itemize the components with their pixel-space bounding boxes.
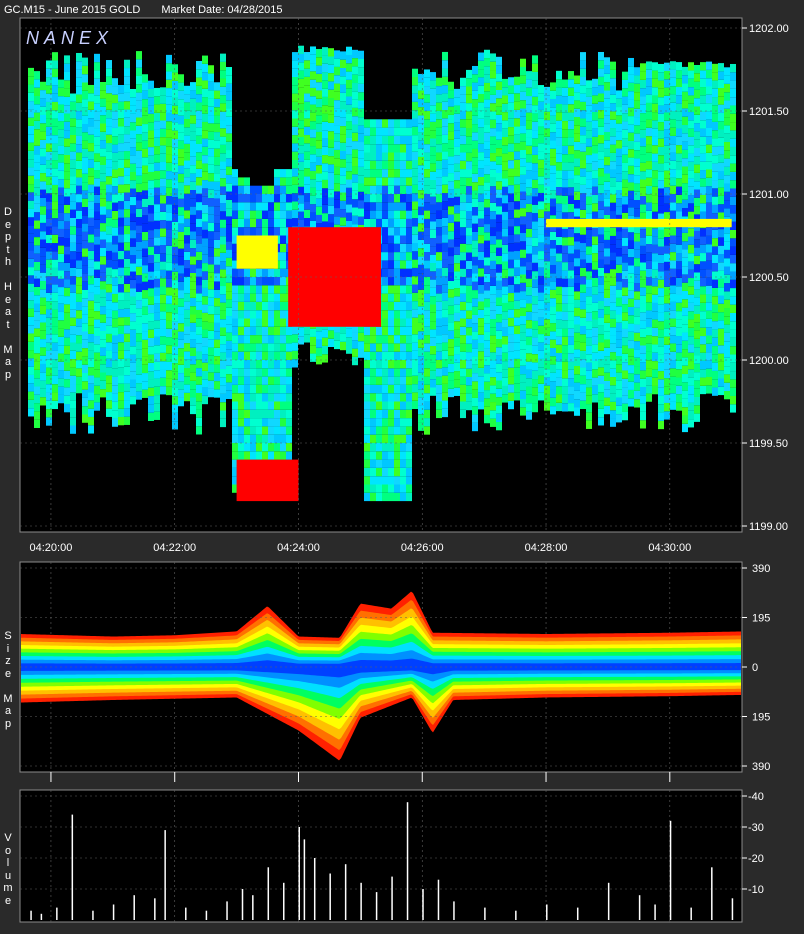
volume-bar-22: [375, 892, 378, 920]
sizemap-ytick: 195: [752, 712, 770, 724]
heatmap-xtick: 04:24:00: [277, 542, 320, 554]
volume-panel: [19, 789, 743, 923]
volume-bar-28: [484, 907, 486, 920]
volume-bar-25: [422, 889, 424, 920]
volume-bar-24: [406, 802, 409, 920]
heatmap-ytick: 1200.50: [749, 272, 789, 284]
sizemap-ytick: 390: [752, 563, 770, 575]
hot-zone-0: [288, 227, 381, 327]
hot-zone-3: [236, 459, 299, 502]
chart-canvas: 1202.00 1201.50 1201.00 1200.50 1200.00 1199.…: [19, 17, 789, 923]
volume-bar-10: [205, 910, 208, 920]
hot-zone-2: [546, 218, 732, 228]
heatmap-ytick: 1201.50: [749, 106, 789, 118]
heatmap-xtick: 04:28:00: [525, 542, 568, 554]
volume-bar-21: [360, 882, 362, 920]
volume-bar-33: [638, 895, 641, 920]
heatmap-ytick: 1201.00: [749, 189, 789, 201]
volume-bar-20: [344, 864, 347, 920]
volume-bar-7: [154, 898, 156, 920]
volume-bar-3: [71, 814, 74, 920]
volume-bar-38: [731, 898, 734, 920]
volume-bar-4: [92, 910, 94, 920]
volume-ytick: -30: [748, 822, 764, 834]
volume-bar-27: [453, 901, 455, 920]
volume-bar-37: [711, 867, 713, 920]
volume-bar-26: [437, 879, 440, 920]
sizemap-ytick: 390: [752, 761, 770, 773]
volume-bar-8: [164, 830, 166, 920]
heatmap-ytick: 1199.00: [749, 521, 788, 533]
volume-bar-12: [241, 889, 244, 920]
volume-bar-11: [226, 901, 228, 920]
volume-bar-15: [283, 882, 285, 920]
volume-bar-32: [607, 882, 610, 920]
volume-bar-35: [669, 820, 672, 920]
volume-bar-1: [40, 913, 43, 920]
heatmap-xtick: 04:20:00: [30, 542, 73, 554]
nanex-logo: NANEX: [26, 28, 113, 48]
volume-bar-17: [303, 839, 306, 920]
volume-bar-23: [391, 876, 393, 920]
volume-bar-34: [654, 904, 656, 920]
heatmap-xtick: 04:22:00: [153, 542, 196, 554]
volume-bar-9: [185, 907, 187, 920]
volume-bar-2: [56, 907, 58, 920]
volume-bar-30: [546, 904, 548, 920]
heatmap-xtick: 04:30:00: [648, 542, 691, 554]
volume-bar-19: [329, 873, 331, 920]
volume-bar-6: [133, 895, 135, 920]
volume-bar-14: [267, 867, 270, 920]
volume-ytick: -10: [748, 884, 764, 896]
volume-bar-31: [576, 907, 579, 920]
volume-bar-29: [515, 910, 517, 920]
volume-bar-13: [252, 895, 254, 920]
chart-window: GC.M15 - June 2015 GOLD Market Date: 04/…: [0, 0, 804, 934]
heatmap-ytick: 1202.00: [749, 23, 789, 35]
volume-ytick: -40: [748, 791, 764, 803]
heatmap-ytick: 1200.00: [749, 355, 789, 367]
volume-bar-16: [298, 827, 300, 920]
sizemap-ytick: 0: [752, 662, 758, 674]
hot-zone-1: [236, 235, 278, 269]
volume-bar-36: [690, 907, 692, 920]
volume-bar-0: [30, 910, 32, 920]
heatmap-xtick: 04:26:00: [401, 542, 444, 554]
sizemap-ytick: 195: [752, 613, 770, 625]
heatmap-ytick: 1199.50: [749, 438, 788, 450]
volume-bar-5: [112, 904, 115, 920]
volume-bar-18: [313, 858, 316, 920]
volume-ytick: -20: [748, 853, 764, 865]
